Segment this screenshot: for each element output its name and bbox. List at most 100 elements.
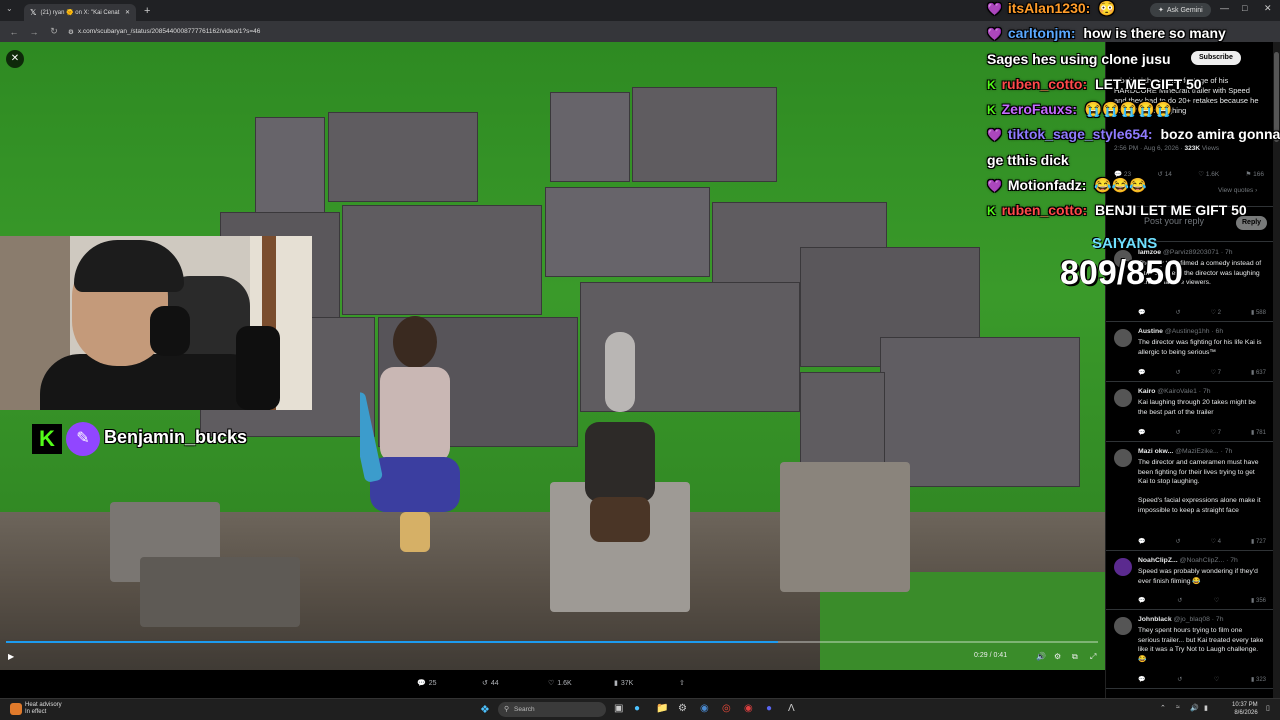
like-icon[interactable]: ♡: [1214, 676, 1219, 683]
battery-icon[interactable]: ▮: [1204, 704, 1208, 712]
like-icon[interactable]: ♡ 2: [1211, 309, 1221, 316]
like-icon[interactable]: ♡ 7: [1211, 369, 1221, 376]
video-progress-bar[interactable]: [6, 641, 1098, 643]
tab-close-icon[interactable]: ✕: [125, 9, 130, 16]
views-icon[interactable]: ▮ 588: [1251, 309, 1266, 316]
avatar[interactable]: [1114, 558, 1132, 576]
views-action[interactable]: ▮ 37K: [614, 679, 633, 688]
reload-icon[interactable]: ↻: [48, 26, 60, 37]
gemini-icon: ✦: [1158, 7, 1164, 14]
tab-title: (21) ryan 🌞 on X: "Kai Cenat x: [40, 10, 121, 16]
pip-icon[interactable]: ⧉: [1072, 652, 1078, 662]
ask-gemini-button[interactable]: ✦ Ask Gemini: [1150, 3, 1211, 17]
views-icon[interactable]: ▮ 323: [1251, 676, 1266, 683]
speaker-icon[interactable]: 🔊: [1190, 704, 1199, 712]
views-icon[interactable]: ▮ 637: [1251, 369, 1266, 376]
repost-icon[interactable]: ↺: [1176, 369, 1181, 376]
fullscreen-icon[interactable]: ⤢: [1090, 652, 1096, 662]
site-info-icon[interactable]: ⚙: [68, 28, 74, 36]
weather-widget[interactable]: Heat advisory In effect: [10, 702, 62, 716]
reply-icon[interactable]: 💬: [1138, 429, 1145, 436]
maximize-icon[interactable]: □: [1242, 3, 1247, 13]
like-count[interactable]: ♡ 1.6K: [1198, 170, 1219, 178]
wifi-icon[interactable]: ≈: [1176, 704, 1180, 711]
taskbar-search[interactable]: ⚲ Search: [498, 702, 606, 717]
back-icon[interactable]: ←: [8, 27, 20, 37]
comment-item[interactable]: Johnblack @jo_blaq08 · 7h They spent hou…: [1106, 611, 1273, 689]
chat-text: Sages hes using clone jusu: [987, 51, 1171, 67]
tab-search-icon[interactable]: ⌄: [6, 4, 13, 13]
view-quotes-link[interactable]: View quotes ›: [1218, 187, 1257, 194]
subscribe-button[interactable]: Subscribe: [1191, 51, 1241, 65]
views-icon[interactable]: ▮ 727: [1251, 538, 1266, 545]
avatar[interactable]: [1114, 617, 1132, 635]
comment-actions: 💬 ↺ ♡ ▮ 323: [1138, 676, 1266, 683]
taskbar-clock[interactable]: 10:37 PM 8/6/2026: [1232, 702, 1258, 717]
notification-icon[interactable]: ▯: [1266, 704, 1270, 712]
chrome-icon[interactable]: ◎: [722, 703, 731, 714]
task-view-icon[interactable]: ▣: [614, 703, 623, 714]
reply-icon[interactable]: 💬: [1138, 309, 1145, 316]
weather-alert-icon: [10, 703, 22, 715]
close-window-icon[interactable]: ✕: [1264, 3, 1272, 14]
chat-message: 💜 Motionfadz: 😂😂😂: [987, 177, 1147, 194]
start-menu-icon[interactable]: ❖: [480, 703, 490, 716]
weather-line1: Heat advisory: [25, 702, 62, 708]
reply-icon[interactable]: 💬: [1138, 538, 1145, 545]
file-explorer-icon[interactable]: 📁: [656, 703, 668, 714]
share-action[interactable]: ⇧: [679, 679, 685, 687]
streamer-name: Benjamin_bucks: [104, 427, 248, 447]
like-icon[interactable]: ♡ 7: [1211, 429, 1221, 436]
new-tab-button[interactable]: +: [144, 5, 150, 17]
tray-chevron-icon[interactable]: ⌃: [1160, 704, 1166, 712]
play-icon[interactable]: ▶: [8, 652, 14, 661]
forward-icon[interactable]: →: [28, 27, 40, 37]
browser-tab[interactable]: 𝕏 (21) ryan 🌞 on X: "Kai Cenat x ✕: [24, 4, 136, 21]
repost-icon[interactable]: ↺: [1177, 676, 1182, 683]
tweet-action-bar: 💬 25 ↺ 44 ♡ 1.6K ▮ 37K ⇧: [0, 670, 1105, 698]
url-field[interactable]: ⚙ x.com/scubaryan_/status/20854400087777…: [68, 28, 260, 36]
streamer-webcam: [0, 236, 312, 410]
comment-item[interactable]: Austine @Austineg1hh · 6h The director w…: [1106, 323, 1273, 382]
reply-action[interactable]: 💬 25: [417, 679, 437, 688]
repost-count[interactable]: ↺ 14: [1157, 170, 1172, 178]
like-action[interactable]: ♡ 1.6K: [548, 679, 572, 688]
comment-item[interactable]: NoahClipZ... @NoahClipZ... · 7h Speed wa…: [1106, 552, 1273, 610]
tweet-timestamp: 2:56 PM · Aug 6, 2026 ·: [1114, 145, 1183, 152]
comment-actions: 💬 ↺ ♡ 4 ▮ 727: [1138, 538, 1266, 545]
avatar[interactable]: [1114, 389, 1132, 407]
views-icon[interactable]: ▮ 356: [1251, 597, 1266, 604]
repost-icon[interactable]: ↺: [1177, 597, 1182, 604]
repost-icon[interactable]: ↺: [1176, 429, 1181, 436]
repost-icon[interactable]: ↺: [1176, 309, 1181, 316]
obs-icon[interactable]: ◉: [744, 703, 753, 714]
chat-text: 😳: [1098, 0, 1116, 16]
minimize-icon[interactable]: —: [1220, 3, 1229, 13]
subscriber-badge-icon: 💜: [987, 128, 1002, 142]
reply-icon[interactable]: 💬: [1138, 369, 1145, 376]
avatar[interactable]: [1114, 449, 1132, 467]
reply-icon[interactable]: 💬: [1138, 597, 1145, 604]
like-icon[interactable]: ♡: [1214, 597, 1219, 604]
comment-item[interactable]: Mazi okw... @MaziEzike... · 7h The direc…: [1106, 443, 1273, 551]
reply-icon[interactable]: 💬: [1138, 676, 1145, 683]
app-icon[interactable]: Λ: [788, 703, 795, 714]
avatar[interactable]: [1114, 329, 1132, 347]
settings-app-icon[interactable]: ⚙: [678, 703, 687, 714]
like-icon[interactable]: ♡ 4: [1211, 538, 1221, 545]
repost-icon[interactable]: ↺: [1176, 538, 1181, 545]
steam-icon[interactable]: ◉: [700, 703, 709, 714]
bookmark-count[interactable]: ⚑ 166: [1246, 170, 1265, 178]
volume-icon[interactable]: 🔊: [1036, 652, 1046, 661]
views-icon[interactable]: ▮ 781: [1251, 429, 1266, 436]
reply-button[interactable]: Reply: [1236, 216, 1268, 230]
comment-actions: 💬 ↺ ♡ 2 ▮ 588: [1138, 309, 1266, 316]
settings-icon[interactable]: ⚙: [1054, 652, 1061, 661]
repost-action[interactable]: ↺ 44: [482, 679, 499, 688]
chat-message: 💜 carltonjm: how is there so many: [987, 25, 1226, 41]
discord-icon[interactable]: ●: [766, 703, 772, 714]
chat-text: BENJI LET ME GIFT 50: [1095, 202, 1247, 218]
close-video-button[interactable]: ✕: [6, 50, 24, 68]
edge-icon[interactable]: ●: [634, 703, 640, 714]
comment-item[interactable]: Kairo @KairoVale1 · 7h Kai laughing thro…: [1106, 383, 1273, 442]
